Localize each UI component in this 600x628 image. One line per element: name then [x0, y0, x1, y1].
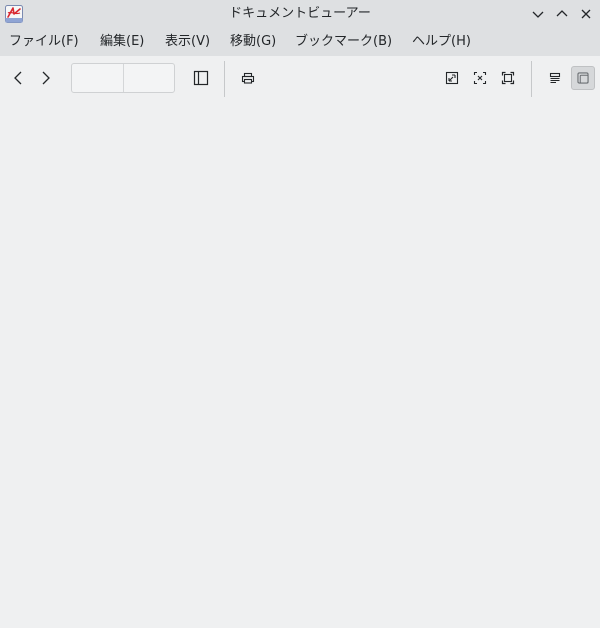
menu-go[interactable]: 移動(G) — [230, 28, 276, 56]
menu-edit[interactable]: 編集(E) — [100, 28, 144, 56]
menu-bar: ファイル(F) 編集(E) 表示(V) 移動(G) ブックマーク(B) ヘルプ(… — [0, 28, 600, 56]
print-icon — [241, 72, 255, 84]
back-icon — [14, 71, 22, 85]
toolbar-separator — [531, 61, 532, 97]
sidebar-toggle-icon — [193, 70, 209, 86]
print-button[interactable] — [236, 66, 260, 90]
menu-bookmarks[interactable]: ブックマーク(B) — [295, 28, 392, 56]
presentation-mode-icon — [577, 72, 589, 84]
window-title: ドキュメントビューアー — [229, 6, 371, 21]
document-view[interactable] — [0, 100, 600, 628]
title-bar[interactable]: ドキュメントビューアー — [0, 0, 600, 28]
forward-icon — [42, 71, 50, 85]
zoom-fit-width-button[interactable] — [468, 66, 492, 90]
close-icon — [581, 9, 591, 19]
page-number-input[interactable] — [72, 64, 123, 92]
menu-help[interactable]: ヘルプ(H) — [412, 28, 471, 56]
minimize-button[interactable] — [529, 5, 547, 23]
annotations-icon — [549, 72, 561, 84]
maximize-icon — [556, 10, 568, 17]
close-button[interactable] — [577, 5, 595, 23]
zoom-fit-page-button[interactable] — [440, 66, 464, 90]
forward-button[interactable] — [34, 66, 58, 90]
back-button[interactable] — [6, 66, 30, 90]
presentation-mode-button[interactable] — [571, 66, 595, 90]
menu-view[interactable]: 表示(V) — [165, 28, 210, 56]
page-count-display — [124, 64, 175, 92]
zoom-fit-page-icon — [445, 71, 459, 85]
toolbar — [0, 56, 600, 100]
minimize-icon — [532, 11, 544, 18]
toolbar-separator — [224, 61, 225, 97]
page-selector — [71, 63, 175, 93]
menu-file[interactable]: ファイル(F) — [9, 28, 79, 56]
annotations-button[interactable] — [543, 66, 567, 90]
fullscreen-button[interactable] — [496, 66, 520, 90]
fullscreen-icon — [501, 71, 515, 85]
maximize-button[interactable] — [553, 5, 571, 23]
sidebar-toggle-button[interactable] — [189, 66, 213, 90]
zoom-fit-width-icon — [473, 71, 487, 85]
